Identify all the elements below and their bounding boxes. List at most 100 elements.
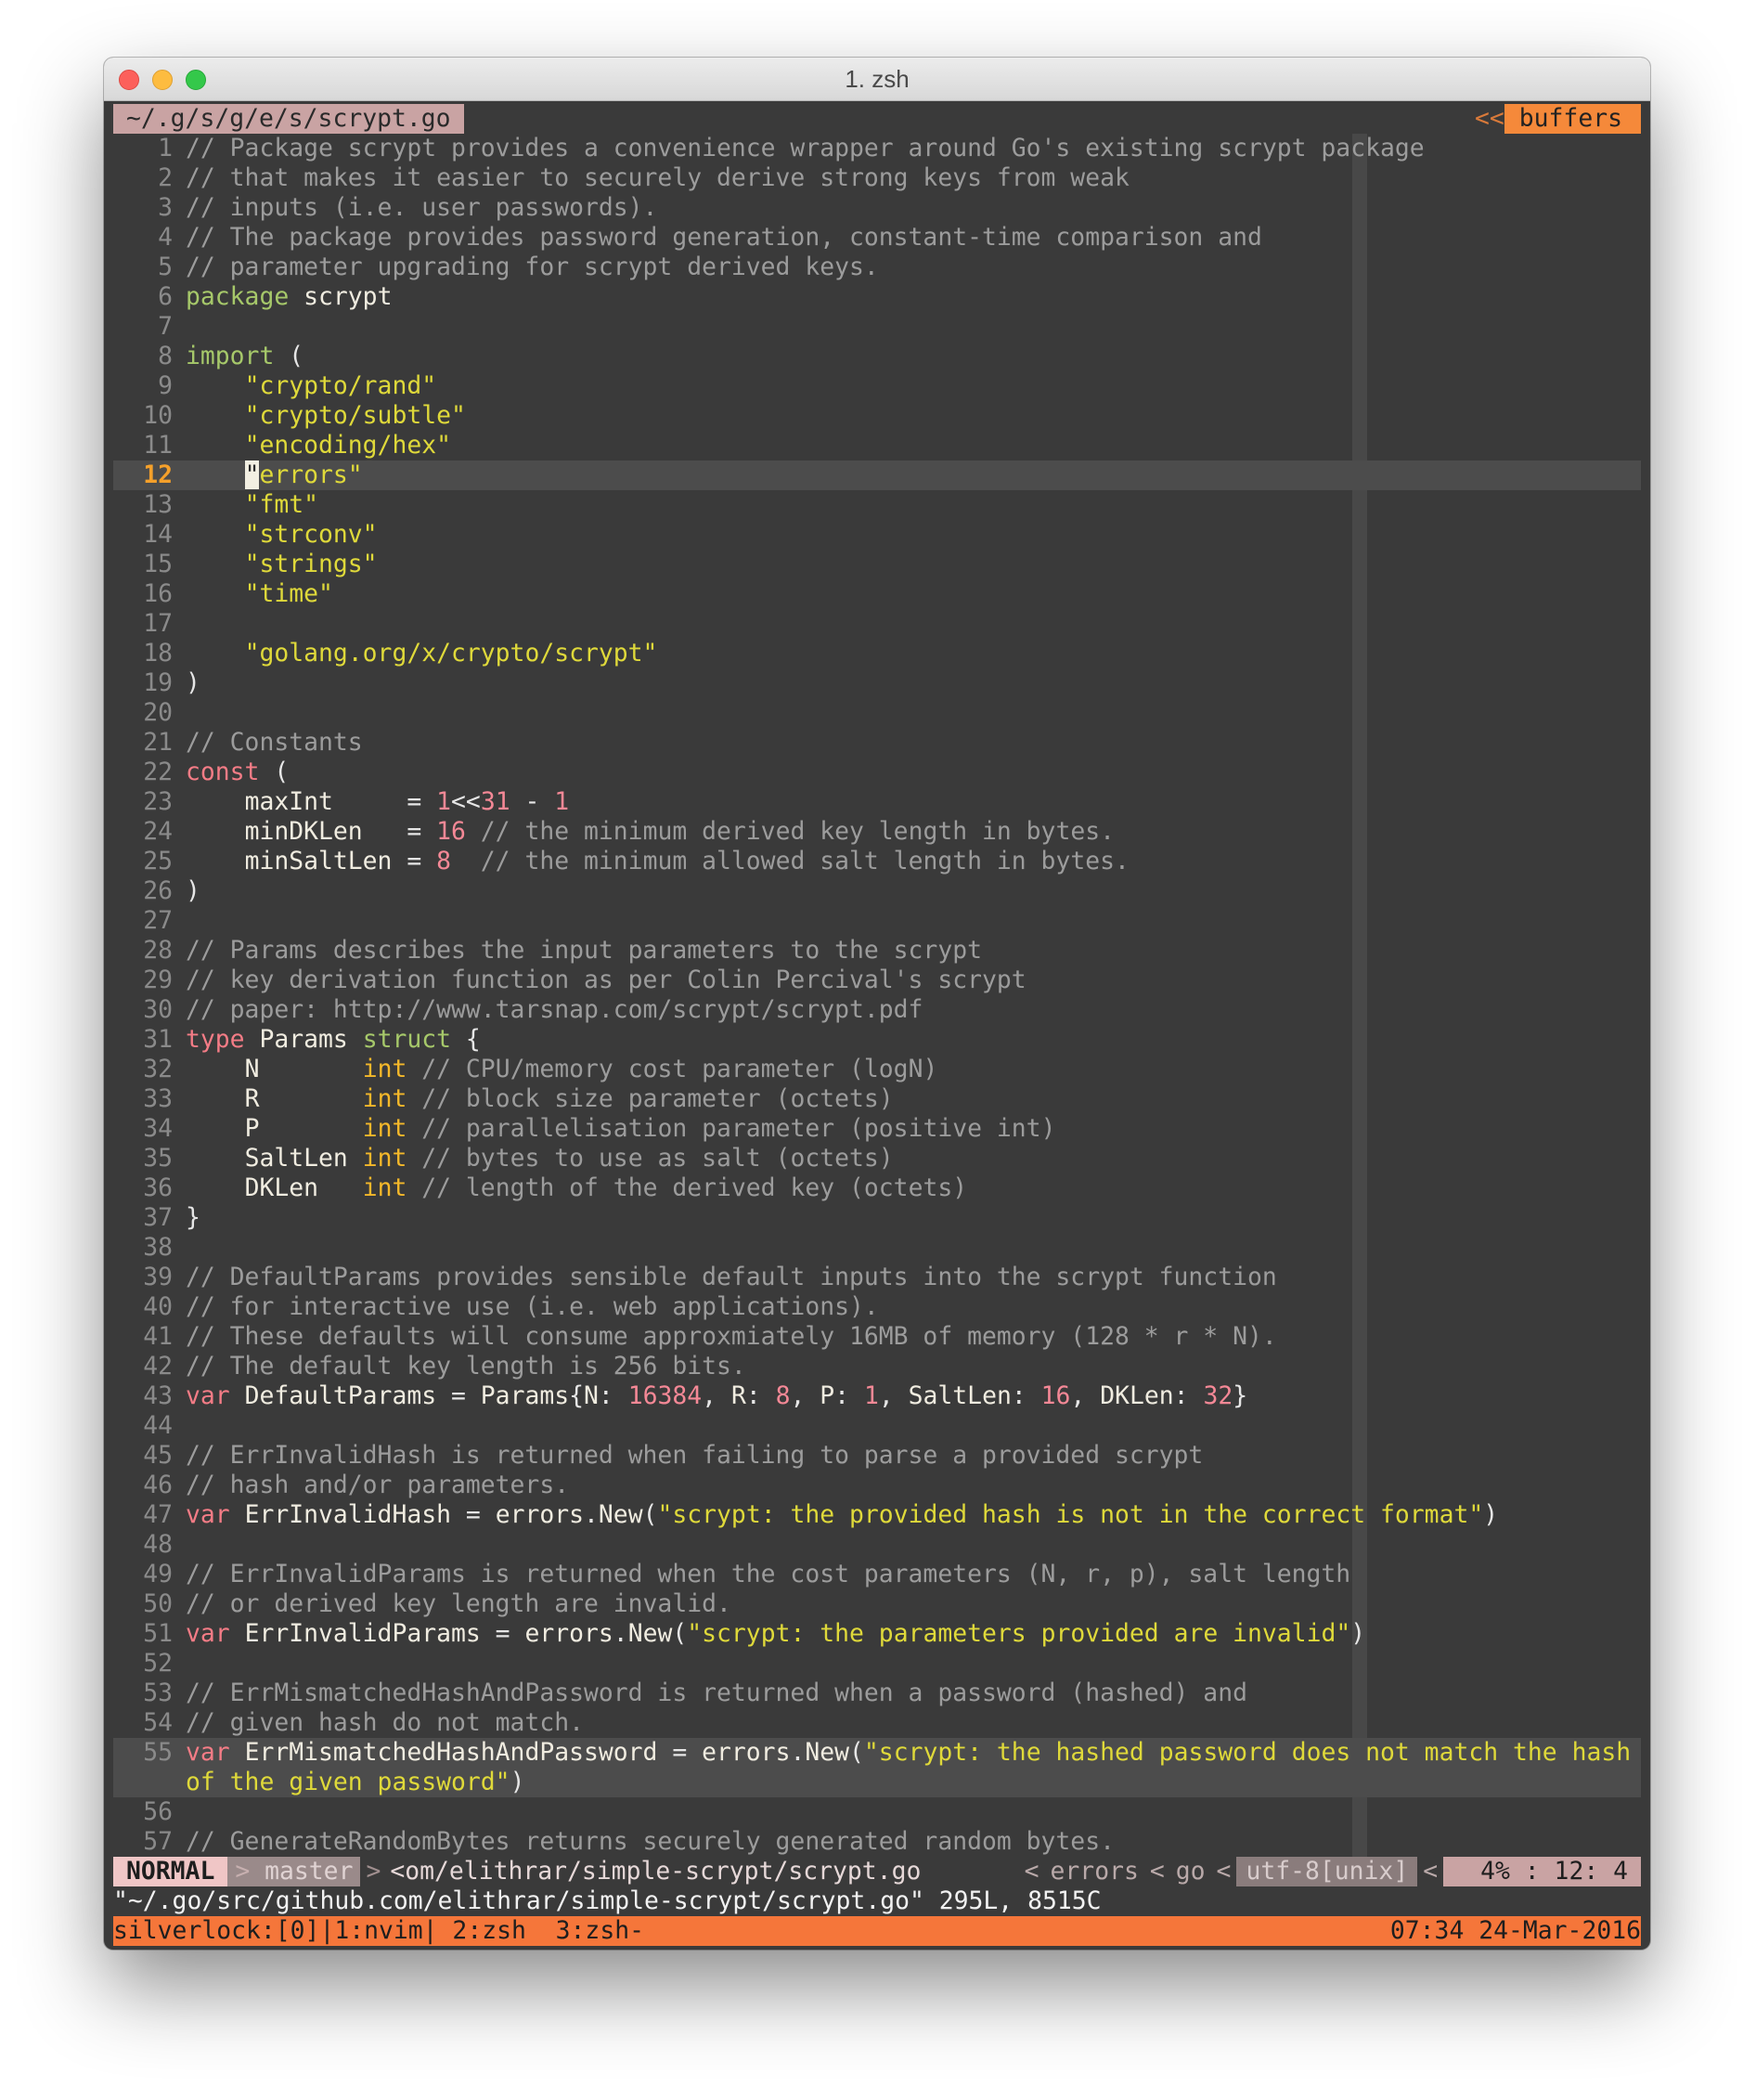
line-number: 45	[143, 1441, 173, 1470]
line-text: "fmt"	[244, 490, 319, 519]
code-line[interactable]: 5 // parameter upgrading for scrypt deriv…	[113, 253, 1641, 282]
tabline-arrow: <<	[1474, 104, 1504, 133]
line-text: // Params describes the input parameters…	[186, 936, 982, 965]
code-line[interactable]: 13 "fmt"	[113, 490, 1641, 520]
code-line[interactable]: 2 // that makes it easier to securely der…	[113, 163, 1641, 193]
code-line[interactable]: 29 // key derivation function as per Coli…	[113, 966, 1641, 995]
code-line[interactable]: 49 // ErrInvalidParams is returned when t…	[113, 1560, 1641, 1589]
code-line[interactable]: 38	[113, 1233, 1641, 1263]
line-text: // inputs (i.e. user passwords).	[186, 193, 658, 222]
line-text	[173, 906, 186, 936]
code-line[interactable]: 41 // These defaults will consume approxm…	[113, 1322, 1641, 1352]
code-line[interactable]: 45 // ErrInvalidHash is returned when fai…	[113, 1441, 1641, 1471]
line-number: 15	[143, 550, 173, 578]
line-text: import (	[186, 342, 304, 370]
code-line[interactable]: 25 minSaltLen = 8 // the minimum allowed…	[113, 847, 1641, 876]
code-line[interactable]: 35 SaltLen int // bytes to use as salt (…	[113, 1144, 1641, 1173]
code-line[interactable]: 21 // Constants	[113, 728, 1641, 758]
line-text: }	[186, 1203, 200, 1232]
code-line[interactable]: 30 // paper: http://www.tarsnap.com/scryp…	[113, 995, 1641, 1025]
line-text: // hash and/or parameters.	[186, 1471, 570, 1499]
code-line[interactable]: 57 // GenerateRandomBytes returns securel…	[113, 1827, 1641, 1857]
line-text: "crypto/rand"	[244, 371, 437, 400]
code-line[interactable]: 17	[113, 609, 1641, 639]
code-line[interactable]: 26)	[113, 876, 1641, 906]
code-line[interactable]: 12 "errors"	[113, 460, 1641, 490]
code-line[interactable]: 18 "golang.org/x/crypto/scrypt"	[113, 639, 1641, 668]
line-text: // GenerateRandomBytes returns securely …	[186, 1827, 1115, 1856]
code-line[interactable]: 11 "encoding/hex"	[113, 431, 1641, 460]
line-text: P int // parallelisation parameter (posi…	[244, 1114, 1056, 1143]
code-line[interactable]: 14 "strconv"	[113, 520, 1641, 550]
code-line[interactable]: 44	[113, 1411, 1641, 1441]
code-editor[interactable]: 1 // Package scrypt provides a convenienc…	[113, 134, 1641, 1857]
code-line[interactable]: 32 N int // CPU/memory cost parameter (l…	[113, 1055, 1641, 1084]
code-line[interactable]: 22 const (	[113, 758, 1641, 787]
code-line[interactable]: 46 // hash and/or parameters.	[113, 1471, 1641, 1500]
line-text: // The package provides password generat…	[186, 223, 1262, 252]
buffers-label[interactable]: buffers	[1504, 104, 1641, 134]
code-line[interactable]: 50 // or derived key length are invalid.	[113, 1589, 1641, 1619]
code-line[interactable]: 9 "crypto/rand"	[113, 371, 1641, 401]
code-line[interactable]: 8 import (	[113, 342, 1641, 371]
code-line[interactable]: 7	[113, 312, 1641, 342]
code-line[interactable]: 4 // The package provides password genera…	[113, 223, 1641, 253]
code-line[interactable]: 24 minDKLen = 16 // the minimum derived …	[113, 817, 1641, 847]
code-line[interactable]: of the given password")	[113, 1768, 1641, 1797]
title-bar[interactable]: 1. zsh	[104, 58, 1650, 101]
line-text: // ErrInvalidParams is returned when the…	[186, 1560, 1351, 1588]
code-line[interactable]: 48	[113, 1530, 1641, 1560]
current-buffer-name[interactable]: ~/.g/s/g/e/s/scrypt.go	[113, 104, 464, 134]
code-line[interactable]: 15 "strings"	[113, 550, 1641, 579]
code-line[interactable]: 56	[113, 1797, 1641, 1827]
code-line[interactable]: 42 // The default key length is 256 bits.	[113, 1352, 1641, 1381]
line-text: const (	[186, 758, 290, 786]
code-line[interactable]: 53 // ErrMismatchedHashAndPassword is ret…	[113, 1679, 1641, 1708]
code-line[interactable]: 34 P int // parallelisation parameter (p…	[113, 1114, 1641, 1144]
line-text: minSaltLen = 8 // the minimum allowed sa…	[244, 847, 1130, 875]
code-line[interactable]: 43 var DefaultParams = Params{N: 16384, R…	[113, 1381, 1641, 1411]
code-line[interactable]: 37}	[113, 1203, 1641, 1233]
statusline-separator: <	[1024, 1857, 1039, 1886]
code-line[interactable]: 10 "crypto/subtle"	[113, 401, 1641, 431]
code-line[interactable]: 28 // Params describes the input paramete…	[113, 936, 1641, 966]
code-line[interactable]: 51 var ErrInvalidParams = errors.New("scr…	[113, 1619, 1641, 1649]
code-line[interactable]: 33 R int // block size parameter (octets…	[113, 1084, 1641, 1114]
line-text: // given hash do not match.	[186, 1708, 584, 1737]
code-line[interactable]: 40 // for interactive use (i.e. web appli…	[113, 1292, 1641, 1322]
terminal-content[interactable]: ~/.g/s/g/e/s/scrypt.go << buffers 1// Pa…	[113, 104, 1641, 1950]
line-text	[173, 1530, 186, 1560]
code-line[interactable]: 1 // Package scrypt provides a convenienc…	[113, 134, 1641, 163]
code-line[interactable]: 3 // inputs (i.e. user passwords).	[113, 193, 1641, 223]
line-text: // or derived key length are invalid.	[186, 1589, 731, 1618]
window-controls	[119, 70, 206, 90]
line-text: )	[186, 668, 200, 697]
code-line[interactable]: 36 DKLen int // length of the derived ke…	[113, 1173, 1641, 1203]
code-line[interactable]: 31 type Params struct {	[113, 1025, 1641, 1055]
close-button[interactable]	[119, 70, 139, 90]
code-line[interactable]: 19)	[113, 668, 1641, 698]
errors-segment: errors	[1050, 1857, 1139, 1886]
line-text: N int // CPU/memory cost parameter (logN…	[244, 1055, 938, 1083]
code-line[interactable]: 20	[113, 698, 1641, 728]
line-number: 25	[143, 847, 173, 875]
mode-indicator: NORMAL	[113, 1857, 228, 1886]
minimize-button[interactable]	[152, 70, 173, 90]
line-number: 37	[143, 1203, 173, 1232]
line-text: // paper: http://www.tarsnap.com/scrypt/…	[186, 995, 923, 1024]
code-line[interactable]: 47 var ErrInvalidHash = errors.New("scryp…	[113, 1500, 1641, 1530]
code-line[interactable]: 23 maxInt = 1<<31 - 1	[113, 787, 1641, 817]
code-line[interactable]: 27	[113, 906, 1641, 936]
line-text: package scrypt	[186, 282, 393, 311]
tmux-windows[interactable]: silverlock:[0]|1:nvim| 2:zsh 3:zsh-	[113, 1916, 644, 1946]
line-number: 57	[143, 1827, 173, 1856]
code-line[interactable]: 52	[113, 1649, 1641, 1679]
code-line[interactable]: 16 "time"	[113, 579, 1641, 609]
code-line[interactable]: 6 package scrypt	[113, 282, 1641, 312]
zoom-button[interactable]	[186, 70, 206, 90]
tmux-status-bar: silverlock:[0]|1:nvim| 2:zsh 3:zsh- 07:3…	[113, 1916, 1641, 1946]
line-number: 10	[143, 401, 173, 430]
code-line[interactable]: 54 // given hash do not match.	[113, 1708, 1641, 1738]
code-line[interactable]: 39 // DefaultParams provides sensible def…	[113, 1263, 1641, 1292]
code-line[interactable]: 55 var ErrMismatchedHashAndPassword = err…	[113, 1738, 1641, 1768]
